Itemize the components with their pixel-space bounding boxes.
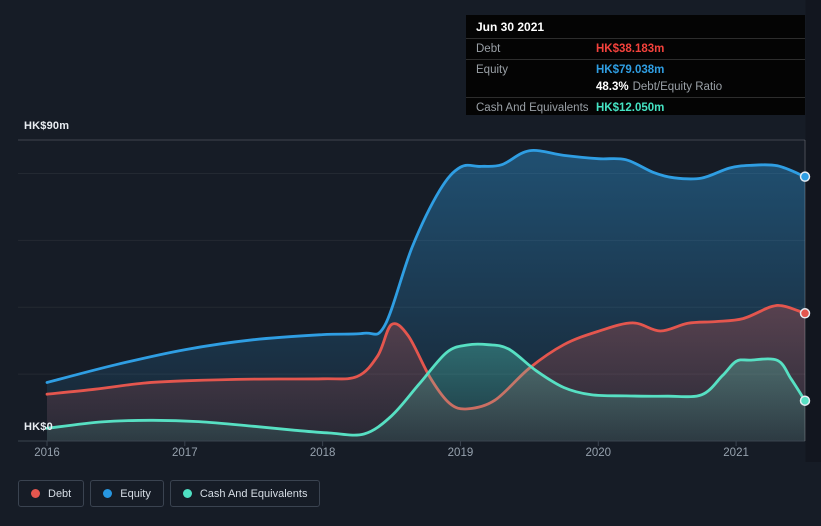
legend-cash-label: Cash And Equivalents — [199, 487, 308, 500]
tooltip-equity-row: Equity HK$79.038m — [466, 59, 805, 80]
chart-tooltip: Jun 30 2021 Debt HK$38.183m Equity HK$79… — [466, 15, 805, 115]
series-endpoint-marker — [799, 395, 811, 406]
tooltip-equity-label: Equity — [476, 64, 508, 76]
tooltip-debt-value: HK$38.183m — [596, 43, 665, 55]
tooltip-debt-row: Debt HK$38.183m — [466, 38, 805, 59]
equity-series-dot-icon — [103, 489, 113, 498]
right-shade — [805, 0, 821, 462]
chart-legend: Debt Equity Cash And Equivalents — [18, 480, 321, 507]
x-axis-label-2018: 2018 — [309, 447, 336, 459]
tooltip-debt-label: Debt — [476, 43, 501, 55]
legend-item-debt[interactable]: Debt — [18, 480, 85, 507]
debt-series-dot-icon — [31, 489, 40, 498]
x-axis-label-2021: 2021 — [723, 447, 749, 459]
tooltip-ratio-row: 48.3% Debt/Equity Ratio — [466, 80, 805, 97]
y-axis-top-label: HK$90m — [24, 120, 70, 132]
cash-series-dot-icon — [182, 489, 192, 498]
x-axis-label-2016: 2016 — [34, 447, 60, 459]
x-axis-label-2020: 2020 — [585, 447, 612, 459]
tooltip-ratio-label: Debt/Equity Ratio — [632, 81, 723, 93]
tooltip-cash-value: HK$12.050m — [596, 102, 665, 114]
legend-debt-label: Debt — [48, 487, 72, 500]
tooltip-cash-label: Cash And Equivalents — [476, 102, 589, 114]
tooltip-date: Jun 30 2021 — [476, 20, 545, 34]
x-axis-label-2019: 2019 — [447, 447, 474, 459]
series-endpoint-marker — [799, 171, 811, 182]
x-axis-label-2017: 2017 — [172, 447, 198, 459]
tooltip-ratio-value: 48.3% — [596, 81, 629, 93]
series-endpoint-marker — [799, 308, 811, 319]
legend-item-cash[interactable]: Cash And Equivalents — [169, 480, 321, 507]
legend-equity-label: Equity — [120, 487, 151, 500]
x-axis — [18, 440, 805, 446]
tooltip-cash-row: Cash And Equivalents HK$12.050m — [466, 97, 805, 118]
tooltip-equity-value: HK$79.038m — [596, 64, 665, 76]
y-axis-zero-label: HK$0 — [24, 421, 53, 433]
legend-item-equity[interactable]: Equity — [90, 480, 164, 507]
